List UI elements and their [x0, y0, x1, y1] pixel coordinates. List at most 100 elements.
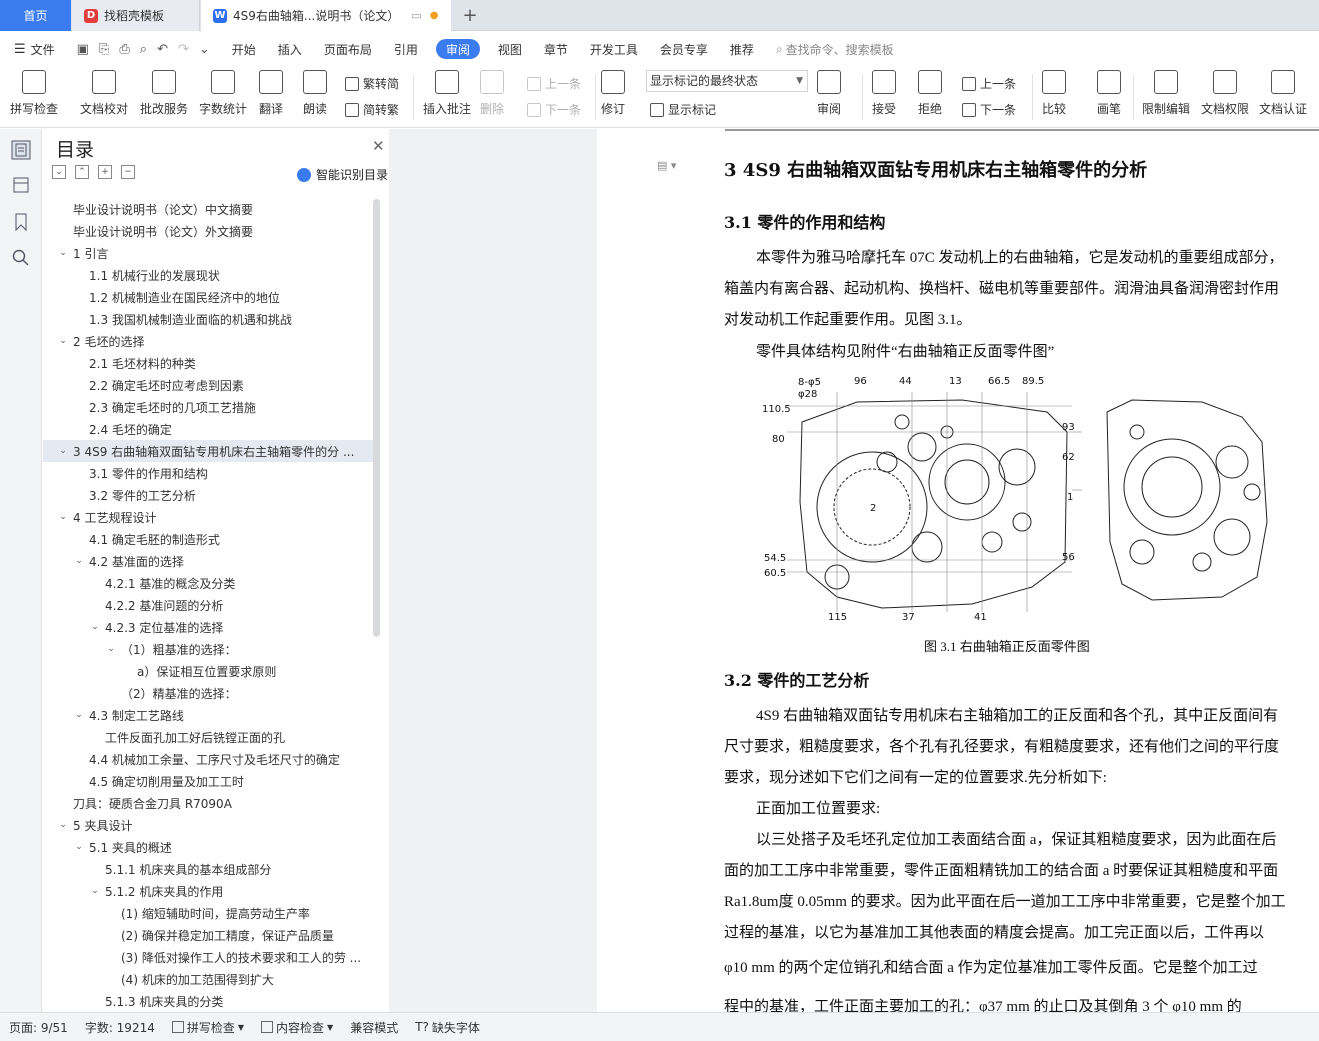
toc-item[interactable]: 2.2 确定毛坯时应考虑到因素: [43, 374, 375, 396]
next-comment-button[interactable]: 下一条: [527, 101, 581, 118]
toc-item[interactable]: 5.1.1 机床夹具的基本组成部分: [43, 858, 375, 880]
track-changes-button[interactable]: 修订: [601, 70, 625, 117]
chevron-down-icon[interactable]: ⌄: [89, 886, 101, 896]
toc-item[interactable]: 4.2.1 基准的概念及分类: [43, 572, 375, 594]
menu-devtools[interactable]: 开发工具: [579, 32, 649, 66]
screen-icon[interactable]: ▭: [411, 9, 421, 22]
toc-item[interactable]: 2.4 毛坯的确定: [43, 418, 375, 440]
toc-item[interactable]: 2.3 确定毛坯时的几项工艺措施: [43, 396, 375, 418]
chevron-down-icon[interactable]: ⌄: [89, 622, 101, 632]
tab-document[interactable]: W 4S9右曲轴箱...说明书（论文） ▭ ●: [201, 0, 451, 31]
menu-view[interactable]: 视图: [487, 32, 533, 66]
smart-toc-button[interactable]: 智能识别目录: [297, 166, 388, 183]
toc-item[interactable]: ⌄ 5.1.2 机床夹具的作用: [43, 880, 375, 902]
compare-button[interactable]: 比较: [1042, 70, 1066, 117]
trad-to-simp-button[interactable]: 繁转简: [345, 75, 399, 92]
toc-item[interactable]: (3) 降低对操作工人的技术要求和工人的劳 ...: [43, 946, 375, 968]
menu-review[interactable]: 审阅: [435, 39, 480, 59]
show-markup-button[interactable]: 显示标记: [650, 101, 716, 118]
accept-button[interactable]: 接受: [872, 70, 896, 117]
menu-section[interactable]: 章节: [533, 32, 579, 66]
more-icon[interactable]: ⌄: [199, 42, 210, 57]
translate-button[interactable]: 翻译: [259, 70, 283, 117]
close-icon[interactable]: ✕: [372, 137, 385, 155]
chevron-down-icon[interactable]: ⌄: [57, 248, 69, 258]
toc-item[interactable]: ⌄ （1）粗基准的选择：: [43, 638, 375, 660]
menu-reference[interactable]: 引用: [383, 32, 429, 66]
toc-item[interactable]: ⌄ 5 夹具设计: [43, 814, 375, 836]
toc-item[interactable]: 5.1.3 机床夹具的分类: [43, 990, 375, 1012]
spell-check-button[interactable]: 拼写检查: [10, 70, 58, 117]
read-aloud-button[interactable]: 朗读: [303, 70, 327, 117]
chevron-down-icon[interactable]: ⌄: [73, 842, 85, 852]
toc-item[interactable]: 1.1 机械行业的发展现状: [43, 264, 375, 286]
pen-button[interactable]: 画笔: [1097, 70, 1121, 117]
plus-icon[interactable]: +: [98, 165, 112, 179]
review-pane-button[interactable]: 审阅: [817, 70, 841, 117]
toc-item[interactable]: a）保证相互位置要求原则: [43, 660, 375, 682]
toc-item[interactable]: 工件反面孔加工好后铣镗正面的孔: [43, 726, 375, 748]
insert-comment-button[interactable]: 插入批注: [423, 70, 471, 117]
toc-item[interactable]: (2) 确保并稳定加工精度，保证产品质量: [43, 924, 375, 946]
doc-permission-button[interactable]: 文档权限: [1201, 70, 1249, 117]
chevron-down-icon[interactable]: ⌄: [57, 336, 69, 346]
chevron-down-icon[interactable]: ⌄: [73, 710, 85, 720]
toc-item[interactable]: 毕业设计说明书（论文）外文摘要: [43, 220, 375, 242]
print-icon[interactable]: ⎙: [119, 42, 129, 57]
batch-service-button[interactable]: 批改服务: [140, 70, 188, 117]
toc-item[interactable]: ⌄ 2 毛坯的选择: [43, 330, 375, 352]
toc-item[interactable]: 刀具：硬质合金刀具 R7090A: [43, 792, 375, 814]
doc-certify-button[interactable]: 文档认证: [1259, 70, 1307, 117]
expand-all-icon[interactable]: ⌃: [75, 165, 89, 179]
toc-item[interactable]: ⌄ 1 引言: [43, 242, 375, 264]
chevron-down-icon[interactable]: ⌄: [73, 556, 85, 566]
chevron-down-icon[interactable]: ⌄: [57, 446, 69, 456]
chevron-down-icon[interactable]: ⌄: [57, 820, 69, 830]
delete-comment-button[interactable]: 删除: [480, 70, 504, 117]
chevron-down-icon[interactable]: ⌄: [105, 644, 117, 654]
export-icon[interactable]: ⎘: [99, 42, 109, 57]
prev-comment-button[interactable]: 上一条: [527, 75, 581, 92]
command-search[interactable]: ⌕ 查找命令、搜索模板: [765, 32, 905, 66]
toc-item[interactable]: ⌄ 4.3 制定工艺路线: [43, 704, 375, 726]
proofread-button[interactable]: 文档校对: [80, 70, 128, 117]
word-count-button[interactable]: 字数统计: [199, 70, 247, 117]
toc-item[interactable]: ⌄ 4.2.3 定位基准的选择: [43, 616, 375, 638]
preview-icon[interactable]: ⌕: [140, 42, 147, 57]
toc-item[interactable]: 4.5 确定切削用量及加工工时: [43, 770, 375, 792]
markup-state-select[interactable]: 显示标记的最终状态 ▼: [646, 70, 808, 92]
toc-item[interactable]: ⌄ 4.2 基准面的选择: [43, 550, 375, 572]
collapse-all-icon[interactable]: ⌄: [52, 165, 66, 179]
prev-change-button[interactable]: 上一条: [962, 75, 1016, 92]
toc-item[interactable]: 1.2 机械制造业在国民经济中的地位: [43, 286, 375, 308]
menu-member[interactable]: 会员专享: [649, 32, 719, 66]
page-indicator[interactable]: 页面: 9/51: [9, 1019, 68, 1036]
bookmark-icon[interactable]: [11, 212, 31, 232]
menu-recommend[interactable]: 推荐: [719, 32, 765, 66]
toc-scrollbar[interactable]: [373, 199, 380, 637]
toc-item[interactable]: ⌄ 5.1 夹具的概述: [43, 836, 375, 858]
toc-item[interactable]: 3.1 零件的作用和结构: [43, 462, 375, 484]
new-tab-button[interactable]: +: [456, 0, 484, 31]
toc-item[interactable]: 4.4 机械加工余量、工序尺寸及毛坯尺寸的确定: [43, 748, 375, 770]
menu-insert[interactable]: 插入: [267, 32, 313, 66]
toc-item[interactable]: 4.1 确定毛胚的制造形式: [43, 528, 375, 550]
toc-item[interactable]: (4) 机床的加工范围得到扩大: [43, 968, 375, 990]
outline-icon[interactable]: [11, 175, 31, 195]
reject-button[interactable]: 拒绝: [918, 70, 942, 117]
redo-icon[interactable]: ↷: [178, 42, 189, 57]
tab-template[interactable]: D 找稻壳模板: [72, 0, 200, 31]
toc-item[interactable]: (1) 缩短辅助时间，提高劳动生产率: [43, 902, 375, 924]
menu-file[interactable]: ☰ 文件: [0, 32, 66, 66]
chevron-down-icon[interactable]: ⌄: [57, 512, 69, 522]
menu-home[interactable]: 开始: [221, 32, 267, 66]
tab-home[interactable]: 首页: [0, 0, 71, 31]
content-check-status[interactable]: 内容检查 ▼: [261, 1019, 333, 1036]
menu-layout[interactable]: 页面布局: [313, 32, 383, 66]
restrict-edit-button[interactable]: 限制编辑: [1142, 70, 1190, 117]
toc-icon[interactable]: [11, 140, 31, 160]
word-count-indicator[interactable]: 字数: 19214: [85, 1019, 155, 1036]
search-icon[interactable]: [11, 248, 31, 268]
simp-to-trad-button[interactable]: 简转繁: [345, 101, 399, 118]
save-icon[interactable]: ▣: [77, 42, 89, 57]
